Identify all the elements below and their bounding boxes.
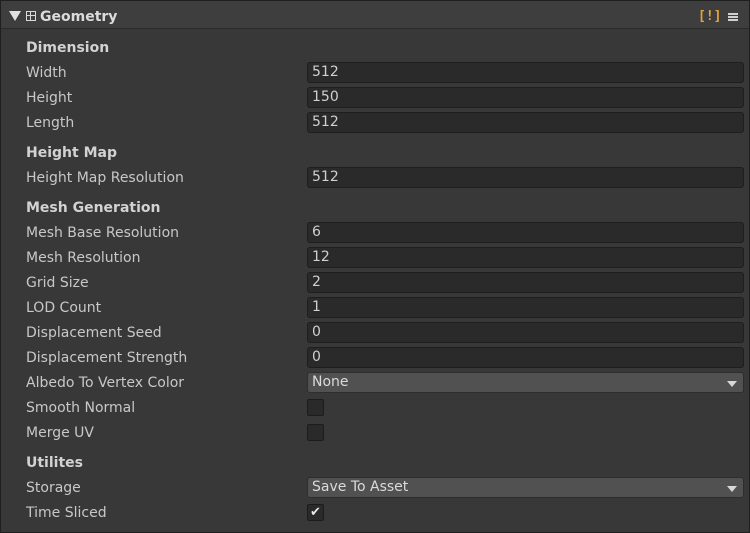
hamburger-menu-icon[interactable] (728, 13, 738, 21)
component-header[interactable]: Geometry [!] (1, 1, 749, 29)
height-label: Height (26, 90, 73, 106)
storage-dropdown[interactable]: Save To Asset (307, 477, 744, 498)
displacement-strength-label: Displacement Strength (26, 350, 188, 366)
displacement-strength-field[interactable]: 0 (307, 347, 744, 368)
mesh-base-resolution-field[interactable]: 6 (307, 222, 744, 243)
checkmark-icon: ✔ (310, 505, 321, 520)
mesh-resolution-field[interactable]: 12 (307, 247, 744, 268)
grid-size-label: Grid Size (26, 275, 89, 291)
component-title: Geometry (40, 9, 118, 25)
albedo-to-vertex-color-dropdown[interactable]: None (307, 372, 744, 393)
width-label: Width (26, 65, 67, 81)
length-field[interactable]: 512 (307, 112, 744, 133)
merge-uv-checkbox[interactable] (307, 424, 324, 441)
grid-size-field[interactable]: 2 (307, 272, 744, 293)
grid-icon (26, 11, 36, 21)
section-title-dimension: Dimension (26, 40, 110, 56)
height-map-resolution-field[interactable]: 512 (307, 167, 744, 188)
chevron-down-icon (727, 381, 737, 387)
albedo-to-vertex-color-label: Albedo To Vertex Color (26, 375, 185, 391)
section-title-mesh-generation: Mesh Generation (26, 200, 161, 216)
time-sliced-label: Time Sliced (26, 505, 107, 521)
smooth-normal-label: Smooth Normal (26, 400, 136, 416)
merge-uv-label: Merge UV (26, 425, 94, 441)
warning-icon[interactable]: [!] (698, 9, 721, 25)
section-title-utilities: Utilites (26, 455, 83, 471)
storage-value: Save To Asset (312, 479, 409, 495)
length-label: Length (26, 115, 75, 131)
height-field[interactable]: 150 (307, 87, 744, 108)
storage-label: Storage (26, 480, 81, 496)
lod-count-field[interactable]: 1 (307, 297, 744, 318)
mesh-base-resolution-label: Mesh Base Resolution (26, 225, 180, 241)
mesh-resolution-label: Mesh Resolution (26, 250, 141, 266)
displacement-seed-label: Displacement Seed (26, 325, 162, 341)
section-title-height-map: Height Map (26, 145, 117, 161)
displacement-seed-field[interactable]: 0 (307, 322, 744, 343)
chevron-down-icon (727, 486, 737, 492)
lod-count-label: LOD Count (26, 300, 102, 316)
triangle-down-icon[interactable] (9, 11, 21, 21)
time-sliced-checkbox[interactable]: ✔ (307, 504, 324, 521)
height-map-resolution-label: Height Map Resolution (26, 170, 184, 186)
smooth-normal-checkbox[interactable] (307, 399, 324, 416)
geometry-inspector-panel: Geometry [!] Dimension Width 512 Height … (0, 0, 750, 533)
width-field[interactable]: 512 (307, 62, 744, 83)
albedo-to-vertex-color-value: None (312, 374, 349, 390)
